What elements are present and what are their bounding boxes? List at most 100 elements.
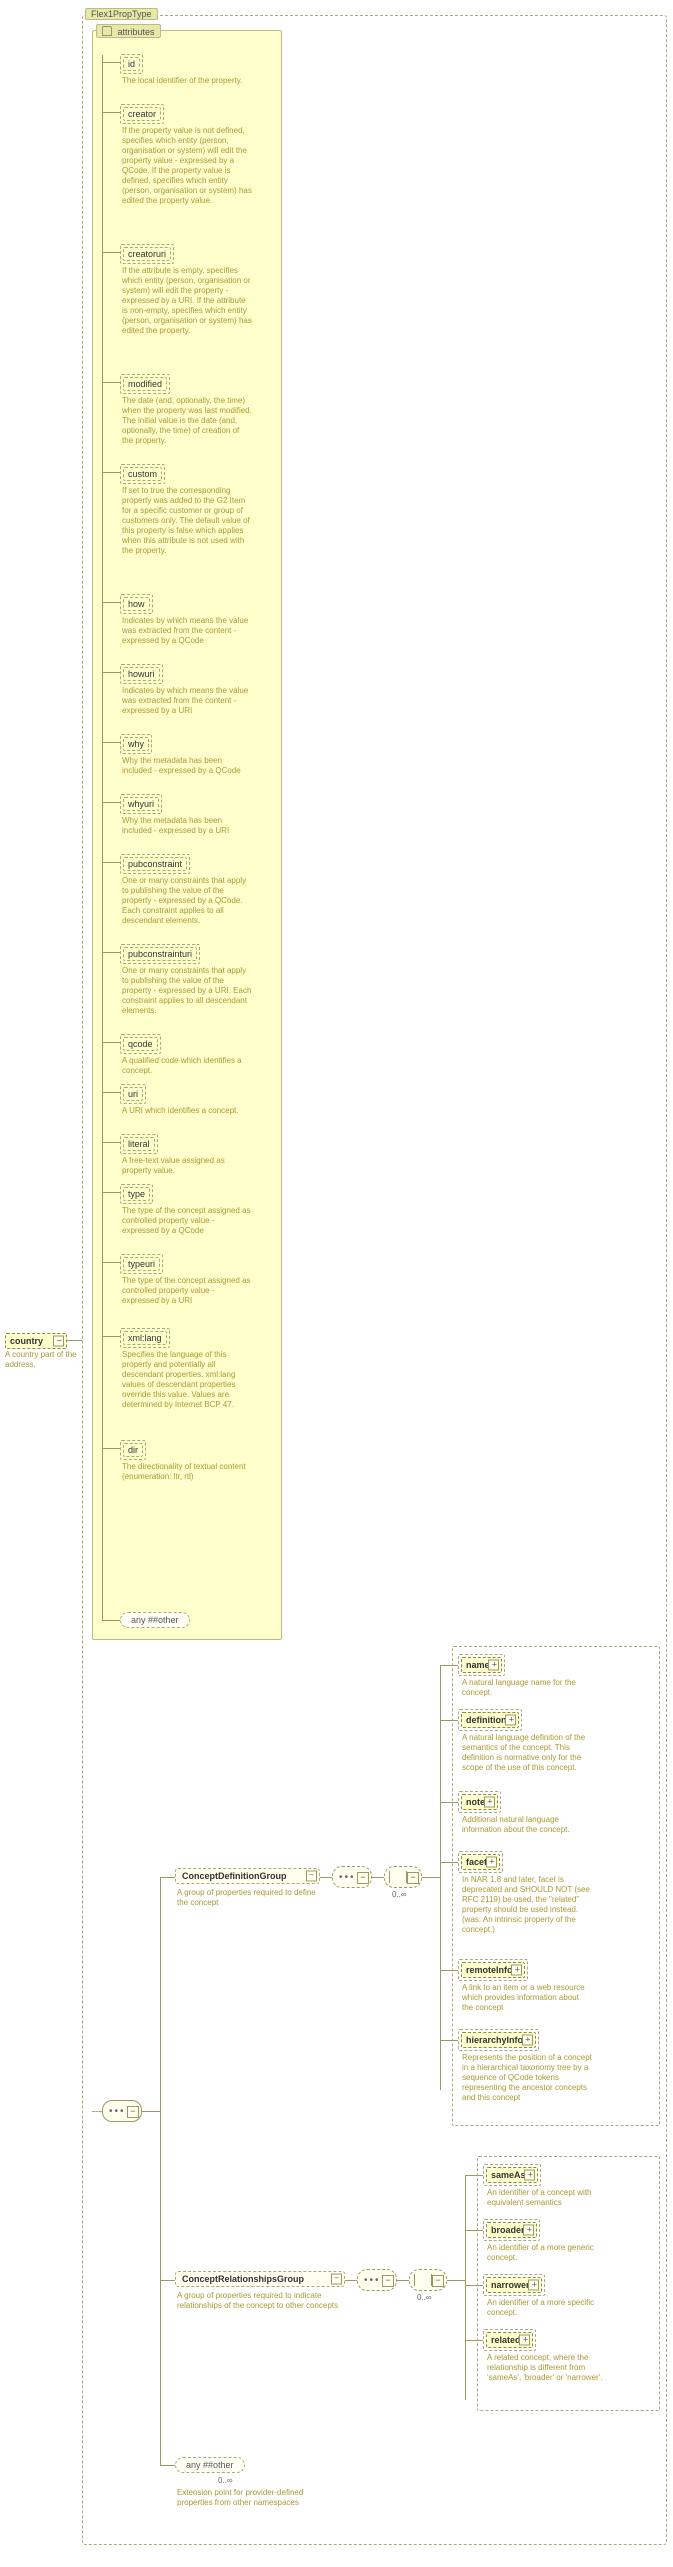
attr-uri[interactable]: uri — [120, 1084, 146, 1104]
attr-howuri[interactable]: howuri — [120, 664, 163, 684]
ext-wildcard[interactable]: any ##other — [175, 2457, 245, 2473]
attr-literal[interactable]: literal — [120, 1134, 158, 1154]
attr-qcode[interactable]: qcode — [120, 1034, 161, 1054]
connector — [102, 952, 120, 953]
expand-icon[interactable]: − — [357, 1872, 369, 1884]
attr-label: whyuri — [128, 799, 154, 809]
lock-icon — [102, 26, 112, 36]
connector — [447, 2280, 465, 2281]
attr-label: type — [128, 1189, 145, 1199]
connector — [102, 1448, 120, 1449]
connector — [422, 1877, 440, 1878]
expand-icon[interactable]: − — [407, 1872, 419, 1884]
connector — [345, 2280, 357, 2281]
attr-desc: If the attribute is empty, specifies whi… — [122, 266, 252, 336]
attr-creatoruri[interactable]: creatoruri — [120, 244, 174, 264]
attr-label: typeuri — [128, 1259, 155, 1269]
attr-desc: Indicates by which means the value was e… — [122, 686, 252, 716]
connector — [102, 1192, 120, 1193]
group-concept-relationships[interactable]: ConceptRelationshipsGroup − — [175, 2271, 345, 2287]
connector — [102, 672, 120, 673]
connector — [102, 602, 120, 603]
connector — [160, 2465, 175, 2466]
attr-creator[interactable]: creator — [120, 104, 164, 124]
attr-xmllang[interactable]: xml:lang — [120, 1328, 170, 1348]
expand-icon[interactable]: − — [306, 1871, 317, 1882]
attr-how[interactable]: how — [120, 594, 153, 614]
attr-desc: Indicates by which means the value was e… — [122, 616, 252, 646]
attr-pubconstrainturi[interactable]: pubconstrainturi — [120, 944, 200, 964]
expand-icon[interactable]: − — [432, 2275, 444, 2287]
group-label: ConceptDefinitionGroup — [182, 1871, 305, 1881]
attr-desc: If set to true the corresponding propert… — [122, 486, 252, 556]
attr-type[interactable]: type — [120, 1184, 153, 1204]
connector — [320, 1877, 332, 1878]
wildcard-label: any ##other — [186, 2460, 234, 2470]
attr-label: uri — [128, 1089, 138, 1099]
attr-dir[interactable]: dir — [120, 1440, 146, 1460]
connector — [102, 1142, 120, 1143]
attr-desc: The type of the concept assigned as cont… — [122, 1206, 252, 1236]
attr-desc: Specifies the language of this property … — [122, 1350, 252, 1410]
element-country[interactable]: country — [5, 1333, 67, 1349]
group-concept-definition[interactable]: ConceptDefinitionGroup − — [175, 1868, 320, 1884]
attr-desc: A URI which identifies a concept. — [122, 1106, 252, 1116]
element-label: country — [10, 1336, 43, 1346]
occurrence: 0..∞ — [392, 1890, 407, 1899]
attr-modified[interactable]: modified — [120, 374, 170, 394]
choice-rel[interactable]: − — [409, 2269, 447, 2291]
attr-label: dir — [128, 1445, 138, 1455]
def-cluster-box — [452, 1646, 660, 2126]
connector — [160, 2280, 175, 2281]
attr-label: xml:lang — [128, 1333, 162, 1343]
attr-id[interactable]: id — [120, 54, 143, 74]
connector — [102, 1620, 120, 1621]
connector — [102, 742, 120, 743]
sequence-dots-icon: ••• — [364, 2275, 381, 2286]
expand-icon[interactable]: − — [382, 2275, 394, 2287]
attr-desc: One or many constraints that apply to pu… — [122, 876, 252, 926]
connector — [397, 2280, 409, 2281]
attr-label: qcode — [128, 1039, 153, 1049]
attr-desc: One or many constraints that apply to pu… — [122, 966, 252, 1016]
attr-label: custom — [128, 469, 157, 479]
attr-pubconstraint[interactable]: pubconstraint — [120, 854, 190, 874]
sequence-def[interactable]: ••• − — [332, 1866, 372, 1888]
ext-wildcard-desc: Extension point for provider-defined pro… — [177, 2488, 317, 2508]
connector — [102, 802, 120, 803]
connector — [102, 62, 120, 63]
attr-custom[interactable]: custom — [120, 464, 165, 484]
attr-label: literal — [128, 1139, 150, 1149]
group-label: ConceptRelationshipsGroup — [182, 2274, 330, 2284]
rel-cluster-box — [477, 2156, 660, 2411]
choice-def[interactable]: − — [384, 1866, 422, 1888]
attr-whyuri[interactable]: whyuri — [120, 794, 162, 814]
attr-wildcard[interactable]: any ##other — [120, 1612, 190, 1628]
connector — [372, 1877, 384, 1878]
connector — [102, 1092, 120, 1093]
connector — [102, 252, 120, 253]
connector — [102, 55, 103, 1620]
connector — [465, 2175, 466, 2400]
connector — [102, 862, 120, 863]
content-model-box — [96, 2094, 152, 2128]
attr-label: creator — [128, 109, 156, 119]
attr-label: pubconstrainturi — [128, 949, 192, 959]
element-country-desc: A country part of the address. — [5, 1350, 83, 1370]
group-desc: A group of properties required to define… — [177, 1888, 317, 1908]
attr-desc: The type of the concept assigned as cont… — [122, 1276, 252, 1306]
attributes-label: attributes — [118, 27, 155, 37]
expand-icon[interactable]: − — [331, 2274, 342, 2285]
connector — [102, 1042, 120, 1043]
wildcard-label: any ##other — [131, 1615, 179, 1625]
flex-type-label: Flex1PropType — [91, 9, 152, 19]
sequence-rel[interactable]: ••• − — [357, 2269, 397, 2291]
attr-desc: A free-text value assigned as property v… — [122, 1156, 252, 1176]
connector — [102, 382, 120, 383]
attr-desc: The local identifier of the property. — [122, 76, 252, 86]
connector — [67, 1340, 82, 1341]
connector — [102, 1262, 120, 1263]
attr-why[interactable]: why — [120, 734, 152, 754]
attr-label: id — [128, 59, 135, 69]
attr-typeuri[interactable]: typeuri — [120, 1254, 163, 1274]
